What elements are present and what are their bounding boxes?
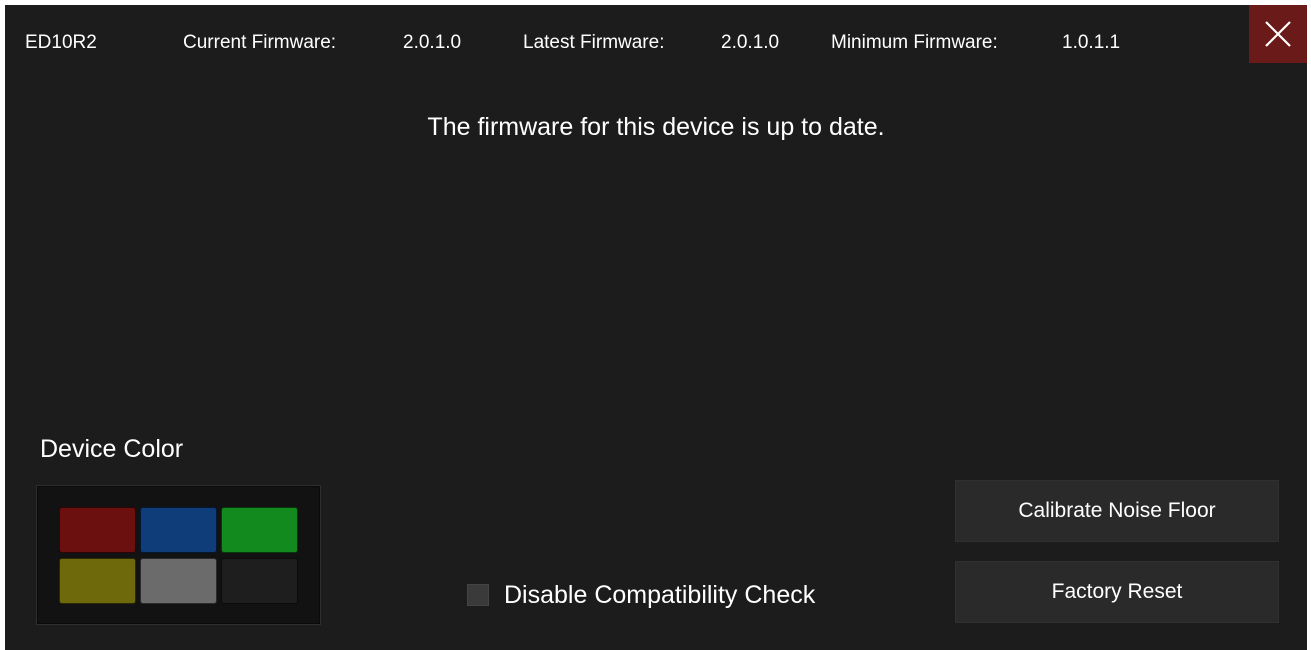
close-button[interactable] xyxy=(1249,5,1307,63)
device-color-picker xyxy=(36,485,321,625)
color-swatch-yellow[interactable] xyxy=(59,558,136,604)
header-bar: ED10R2 Current Firmware: 2.0.1.0 Latest … xyxy=(5,5,1307,79)
device-color-label: Device Color xyxy=(40,435,184,463)
factory-reset-button[interactable]: Factory Reset xyxy=(955,561,1279,623)
current-firmware-label: Current Firmware: xyxy=(183,32,337,53)
current-firmware-value: 2.0.1.0 xyxy=(403,32,462,53)
color-swatch-red[interactable] xyxy=(59,507,136,553)
firmware-dialog: ED10R2 Current Firmware: 2.0.1.0 Latest … xyxy=(5,5,1307,650)
calibrate-noise-floor-button[interactable]: Calibrate Noise Floor xyxy=(955,480,1279,542)
color-swatch-blue[interactable] xyxy=(140,507,217,553)
minimum-firmware-label: Minimum Firmware: xyxy=(831,32,998,53)
latest-firmware-label: Latest Firmware: xyxy=(523,32,665,53)
latest-firmware-value: 2.0.1.0 xyxy=(721,32,780,53)
minimum-firmware-value: 1.0.1.1 xyxy=(1062,32,1121,53)
close-icon xyxy=(1265,21,1291,47)
compatibility-checkbox-label: Disable Compatibility Check xyxy=(504,581,816,609)
firmware-status-message: The firmware for this device is up to da… xyxy=(427,113,885,141)
device-name: ED10R2 xyxy=(25,32,97,53)
color-swatch-gray[interactable] xyxy=(140,558,217,604)
compatibility-checkbox[interactable] xyxy=(467,584,489,606)
color-swatch-green[interactable] xyxy=(221,507,298,553)
color-swatch-black[interactable] xyxy=(221,558,298,604)
